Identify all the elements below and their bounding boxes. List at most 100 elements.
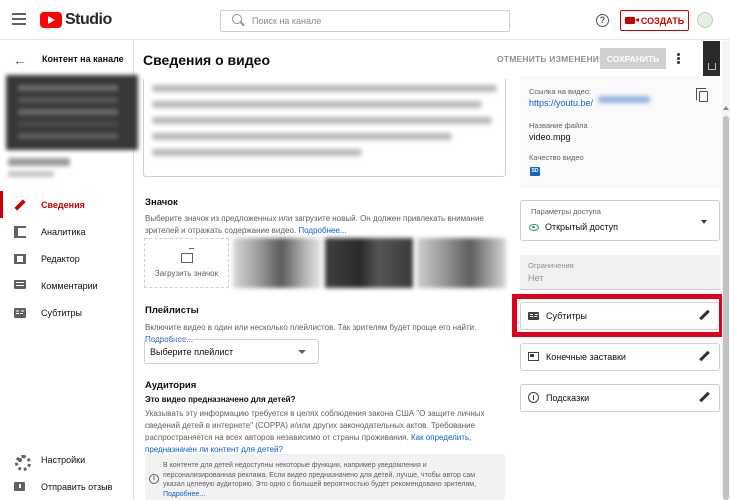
- upload-thumbnail-button[interactable]: Загрузить значок: [144, 238, 229, 288]
- sidebar-item-label: Редактор: [41, 253, 80, 264]
- pencil-icon: [14, 199, 26, 211]
- video-camera-icon: [624, 17, 639, 24]
- subtitles-icon: [14, 307, 26, 319]
- back-arrow-icon[interactable]: ←: [13, 52, 27, 68]
- blurred-text-line: [152, 117, 492, 124]
- search-input[interactable]: [252, 16, 492, 26]
- help-icon[interactable]: ?: [596, 14, 609, 27]
- search-icon[interactable]: [230, 12, 248, 30]
- video-link-label: Ссылка на видео:: [529, 87, 592, 96]
- avatar[interactable]: [697, 12, 713, 28]
- visibility-select[interactable]: Параметры доступа Открытый доступ: [520, 200, 720, 241]
- video-link-blurred: [598, 96, 650, 103]
- filename-value: video.mpg: [529, 132, 571, 142]
- search-bar[interactable]: [220, 10, 510, 32]
- thumbnail-more-link[interactable]: Подробнее...: [298, 226, 346, 235]
- thumbnail-option[interactable]: [417, 238, 506, 288]
- cards-card[interactable]: Подсказки: [520, 384, 720, 412]
- sd-quality-icon: SD: [530, 167, 540, 176]
- thumbnail-description: Выберите значок из предложенных или загр…: [145, 213, 510, 237]
- video-thumbnail[interactable]: [6, 75, 138, 150]
- gear-icon: [14, 454, 31, 471]
- sidebar-item-label: Сведения: [41, 199, 85, 210]
- youtube-logo-icon: [40, 12, 62, 28]
- chevron-down-icon: [701, 220, 707, 224]
- eye-icon: [529, 224, 539, 231]
- video-title-blurred: [8, 158, 70, 166]
- chevron-down-icon: [298, 350, 306, 354]
- studio-logo[interactable]: Studio: [40, 11, 112, 29]
- copy-icon[interactable]: [696, 88, 708, 102]
- visibility-value: Открытый доступ: [545, 222, 619, 232]
- sidebar: ← Контент на канале Сведения Аналитика Р…: [0, 41, 138, 500]
- sidebar-item-label: Отправить отзыв: [41, 481, 113, 492]
- audience-section-title: Аудитория: [145, 380, 197, 391]
- restrictions-label: Ограничения: [528, 261, 574, 270]
- top-bar: Studio ? СОЗДАТЬ: [0, 0, 730, 40]
- playlist-select-label: Выберите плейлист: [150, 346, 234, 357]
- video-subtitle-blurred: [8, 171, 54, 177]
- info-icon: [528, 392, 539, 403]
- kids-content-note: i В контенте для детей недоступны некото…: [145, 454, 505, 500]
- sidebar-item-details[interactable]: Сведения: [0, 191, 133, 218]
- visibility-label: Параметры доступа: [531, 207, 601, 216]
- quality-label: Качество видео: [529, 153, 584, 162]
- note-text: В контенте для детей недоступны некоторы…: [163, 462, 477, 488]
- add-image-icon: [180, 247, 194, 263]
- audience-description: Указывать эту информацию требуется в цел…: [145, 408, 510, 456]
- sidebar-item-feedback[interactable]: Отправить отзыв: [0, 473, 133, 500]
- end-screen-card[interactable]: Конечные заставки: [520, 343, 720, 371]
- blurred-text-line: [152, 149, 362, 156]
- filename-label: Название файла: [529, 121, 588, 130]
- page-title: Сведения о видео: [143, 52, 270, 68]
- playlists-description-text: Включите видео в один или несколько плей…: [145, 323, 477, 332]
- sidebar-item-settings[interactable]: Настройки: [0, 446, 133, 473]
- sidebar-item-label: Аналитика: [41, 226, 86, 237]
- playlist-select[interactable]: Выберите плейлист: [144, 339, 319, 364]
- kids-content-note-text: В контенте для детей недоступны некоторы…: [163, 461, 498, 499]
- sidebar-item-subtitles[interactable]: Субтитры: [0, 299, 133, 326]
- create-button[interactable]: СОЗДАТЬ: [620, 10, 689, 31]
- pencil-icon[interactable]: [699, 310, 711, 322]
- sidebar-item-label: Субтитры: [41, 307, 83, 318]
- scrollbar-thumb[interactable]: [723, 116, 729, 500]
- blurred-text-line: [152, 101, 482, 108]
- video-link[interactable]: https://youtu.be/: [529, 98, 593, 108]
- cards-card-label: Подсказки: [546, 393, 590, 403]
- logo-text: Studio: [65, 11, 112, 28]
- menu-icon[interactable]: [12, 13, 26, 25]
- sidebar-item-analytics[interactable]: Аналитика: [0, 218, 133, 245]
- end-screen-card-label: Конечные заставки: [546, 352, 626, 362]
- info-icon: i: [149, 474, 159, 484]
- playlists-section-title: Плейлисты: [145, 305, 199, 316]
- sidebar-item-editor[interactable]: Редактор: [0, 245, 133, 272]
- subtitles-card[interactable]: Субтитры: [520, 302, 720, 330]
- undo-changes-button[interactable]: ОТМЕНИТЬ ИЗМЕНЕНИЯ: [497, 54, 605, 64]
- restrictions-field: Ограничения Нет: [520, 255, 720, 290]
- save-button[interactable]: СОХРАНИТЬ: [600, 48, 666, 69]
- thumbnail-option[interactable]: [233, 238, 321, 288]
- blurred-text-line: [152, 133, 452, 140]
- end-screen-icon: [528, 352, 539, 362]
- subtitles-card-label: Субтитры: [546, 311, 588, 321]
- thumbnail-section-title: Значок: [145, 197, 178, 208]
- pencil-icon[interactable]: [699, 392, 711, 404]
- blurred-text-line: [152, 85, 497, 92]
- subtitles-icon: [528, 311, 539, 321]
- pencil-icon[interactable]: [699, 351, 711, 363]
- sidebar-item-label: Комментарии: [41, 280, 98, 291]
- editor-icon: [14, 253, 26, 265]
- note-more-link[interactable]: Подробнее...: [163, 491, 205, 498]
- sidebar-item-comments[interactable]: Комментарии: [0, 272, 133, 299]
- analytics-icon: [14, 225, 26, 238]
- description-field[interactable]: [143, 79, 506, 177]
- more-options-icon[interactable]: [676, 53, 680, 65]
- sidebar-item-label: Настройки: [41, 454, 86, 465]
- audience-question: Это видео предназначено для детей?: [145, 395, 296, 404]
- upload-thumbnail-label: Загрузить значок: [154, 268, 219, 278]
- thumbnail-option[interactable]: [325, 238, 413, 288]
- channel-content-title: Контент на канале: [42, 54, 124, 64]
- video-info-card: Ссылка на видео: https://youtu.be/ Назва…: [520, 76, 720, 188]
- video-preview-player[interactable]: [703, 41, 720, 76]
- scroll-up-arrow-icon[interactable]: [723, 106, 729, 110]
